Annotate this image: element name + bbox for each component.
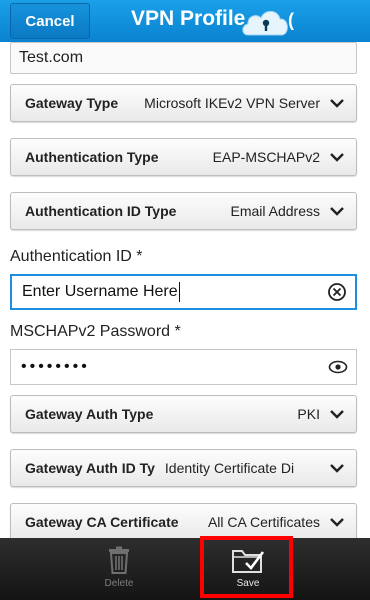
- clear-circle-icon[interactable]: [327, 282, 347, 302]
- trash-icon: [109, 546, 129, 574]
- authentication-type-dropdown[interactable]: Authentication Type EAP-MSCHAPv2: [10, 138, 357, 176]
- gateway-auth-id-type-dropdown[interactable]: Gateway Auth ID Ty Identity Certificate …: [10, 449, 357, 487]
- action-bar: Delete Save: [0, 538, 370, 600]
- dropdown-value: All CA Certificates: [207, 514, 320, 530]
- page-title: VPN Profile: [131, 7, 246, 30]
- delete-button[interactable]: Delete: [74, 538, 164, 600]
- server-address-field[interactable]: Test.com: [10, 42, 357, 74]
- chevron-down-icon: [330, 153, 344, 162]
- title-bar: Cancel VPN Profile (: [0, 0, 370, 42]
- chevron-down-icon: [330, 464, 344, 473]
- server-address-value: Test.com: [19, 49, 84, 66]
- authentication-id-value: Enter Username Here: [22, 283, 178, 300]
- chevron-down-icon: [330, 410, 344, 419]
- authentication-id-label: Authentication ID *: [10, 248, 143, 265]
- dropdown-value: Microsoft IKEv2 VPN Server: [144, 95, 320, 111]
- dropdown-label: Authentication ID Type: [25, 203, 177, 219]
- dropdown-value: PKI: [297, 406, 320, 422]
- form-content[interactable]: Test.com Gateway Type Microsoft IKEv2 VP…: [0, 42, 370, 538]
- gateway-auth-type-dropdown[interactable]: Gateway Auth Type PKI: [10, 395, 357, 433]
- save-highlight-box: [200, 536, 293, 598]
- vpn-cloud-lock-icon: [242, 10, 288, 36]
- dropdown-label: Authentication Type: [25, 149, 159, 165]
- authentication-id-input[interactable]: Enter Username Here: [10, 274, 357, 310]
- dropdown-value: Identity Certificate Di: [164, 460, 295, 476]
- eye-icon[interactable]: [328, 357, 348, 377]
- dropdown-label: Gateway Auth ID Ty: [25, 460, 155, 476]
- password-input[interactable]: ••••••••: [10, 349, 357, 385]
- delete-label: Delete: [104, 578, 134, 589]
- password-label: MSCHAPv2 Password *: [10, 323, 181, 340]
- chevron-down-icon: [330, 99, 344, 108]
- gateway-ca-certificate-dropdown[interactable]: Gateway CA Certificate All CA Certificat…: [10, 503, 357, 538]
- text-caret: [178, 282, 180, 302]
- dropdown-label: Gateway CA Certificate: [25, 514, 179, 530]
- chevron-down-icon: [330, 518, 344, 527]
- title-overflow-text: (: [288, 10, 294, 30]
- chevron-down-icon: [330, 207, 344, 216]
- gateway-type-dropdown[interactable]: Gateway Type Microsoft IKEv2 VPN Server: [10, 84, 357, 122]
- dropdown-value: Email Address: [230, 203, 320, 219]
- password-value: ••••••••: [21, 358, 90, 375]
- authentication-id-type-dropdown[interactable]: Authentication ID Type Email Address: [10, 192, 357, 230]
- dropdown-label: Gateway Auth Type: [25, 406, 154, 422]
- dropdown-value: EAP-MSCHAPv2: [212, 149, 320, 165]
- cancel-button[interactable]: Cancel: [10, 3, 90, 39]
- dropdown-label: Gateway Type: [25, 95, 119, 111]
